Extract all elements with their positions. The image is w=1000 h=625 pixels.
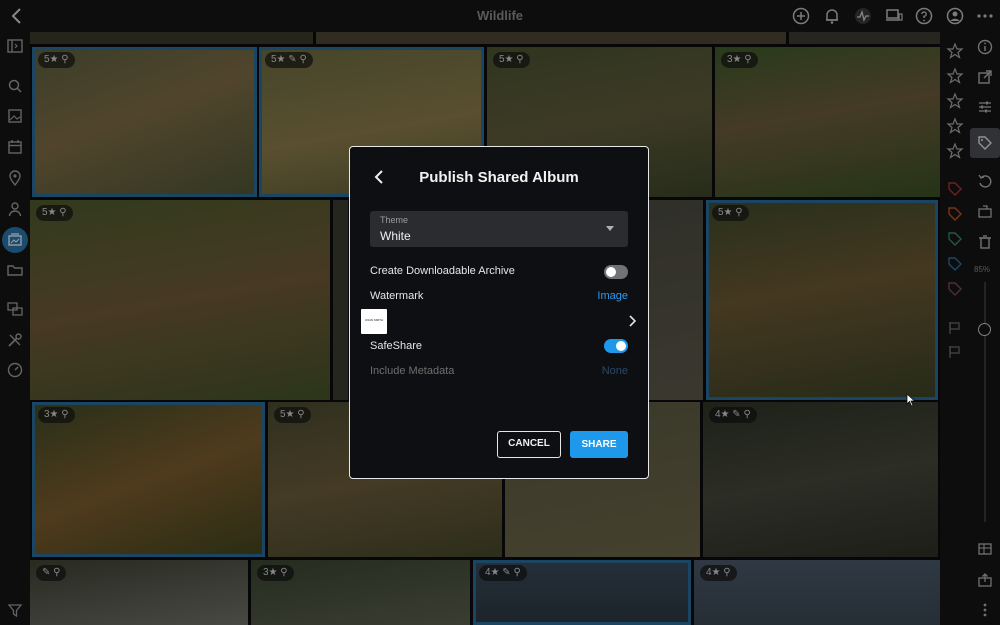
mouse-cursor-icon — [906, 393, 916, 407]
dialog-title: Publish Shared Album — [419, 169, 579, 186]
archive-label: Create Downloadable Archive — [370, 265, 515, 277]
watermark-label: Watermark — [370, 290, 424, 302]
toggle-knob — [616, 341, 626, 351]
share-button[interactable]: SHARE — [570, 431, 628, 458]
safeshare-toggle[interactable] — [604, 339, 628, 353]
chevron-right-icon[interactable] — [627, 314, 637, 328]
watermark-thumbnail[interactable]: JOHN SMITH — [361, 309, 387, 334]
archive-toggle[interactable] — [604, 265, 628, 279]
metadata-label: Include Metadata — [370, 365, 455, 377]
publish-shared-album-dialog: Publish Shared Album Theme White Create … — [349, 146, 649, 479]
watermark-thumbnail-text: JOHN SMITH — [364, 318, 384, 322]
cancel-button[interactable]: CANCEL — [497, 431, 561, 458]
theme-select[interactable]: Theme White — [370, 211, 628, 247]
watermark-value[interactable]: Image — [597, 290, 628, 302]
caret-down-icon — [606, 226, 614, 231]
toggle-knob — [606, 267, 616, 277]
theme-label: Theme — [380, 215, 409, 225]
theme-value: White — [380, 229, 411, 243]
safeshare-label: SafeShare — [370, 340, 422, 352]
metadata-value: None — [601, 365, 628, 377]
